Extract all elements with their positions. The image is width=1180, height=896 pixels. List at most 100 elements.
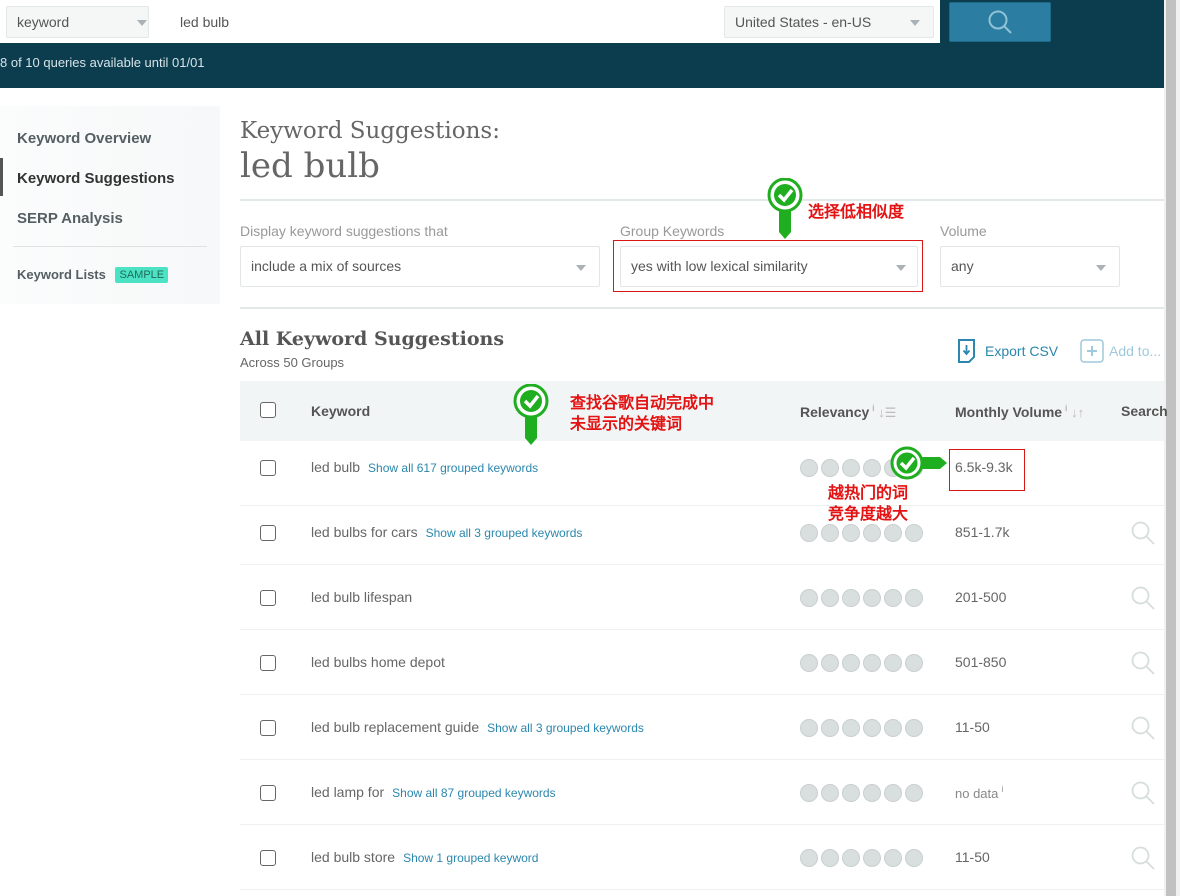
table-row: led bulb replacement guide Show all 3 gro… xyxy=(240,695,1164,760)
info-icon[interactable]: i xyxy=(872,403,874,413)
search-icon[interactable] xyxy=(1130,715,1156,741)
sidebar-item-keyword-suggestions[interactable]: Keyword Suggestions xyxy=(17,170,175,187)
monthly-volume-cell: 201-500 xyxy=(955,589,1006,605)
sidebar: Keyword Overview Keyword Suggestions SER… xyxy=(0,106,220,304)
grouped-keywords-link[interactable]: Show all 3 grouped keywords xyxy=(487,721,644,735)
annotation-check-pin-icon xyxy=(767,178,803,239)
keyword-cell: led bulb replacement guide Show all 3 gro… xyxy=(311,719,644,735)
page-scrollbar[interactable] xyxy=(1164,0,1180,896)
relevancy-dot xyxy=(800,784,818,802)
row-checkbox[interactable] xyxy=(260,720,276,736)
volume-filter-value: any xyxy=(951,258,974,274)
search-type-select[interactable]: keyword xyxy=(6,6,149,38)
relevancy-dot xyxy=(905,849,923,867)
keyword-text: led bulb xyxy=(311,459,361,475)
section-title: All Keyword Suggestions xyxy=(240,328,505,350)
display-filter-select[interactable]: include a mix of sources xyxy=(240,246,600,287)
search-bar: keyword United States - en-US xyxy=(0,0,940,43)
chevron-down-icon xyxy=(1096,265,1106,271)
relevancy-dot xyxy=(842,654,860,672)
search-icon[interactable] xyxy=(1130,780,1156,806)
keyword-text: led bulbs home depot xyxy=(311,654,445,670)
search-icon[interactable] xyxy=(1130,845,1156,871)
sort-icon[interactable]: ↓↑ xyxy=(1071,405,1084,420)
sidebar-item-serp-analysis[interactable]: SERP Analysis xyxy=(17,210,123,227)
grouped-keywords-link[interactable]: Show all 617 grouped keywords xyxy=(368,461,538,475)
relevancy-indicator xyxy=(800,589,923,607)
row-checkbox[interactable] xyxy=(260,460,276,476)
search-button[interactable] xyxy=(949,2,1051,42)
keyword-cell: led bulbs home depot xyxy=(311,654,445,670)
info-icon[interactable]: i xyxy=(1065,403,1067,413)
relevancy-dot xyxy=(821,589,839,607)
volume-filter-label: Volume xyxy=(940,223,987,239)
sidebar-active-indicator xyxy=(0,158,3,196)
row-checkbox[interactable] xyxy=(260,590,276,606)
locale-select[interactable]: United States - en-US xyxy=(724,6,934,38)
add-to-list-button[interactable]: Add to... xyxy=(1080,338,1161,364)
grouped-keywords-link[interactable]: Show all 87 grouped keywords xyxy=(392,786,555,800)
sidebar-divider xyxy=(13,246,207,247)
monthly-volume-value: 11-50 xyxy=(955,849,990,865)
column-header-relevancy[interactable]: Relevancy i ↓☰ xyxy=(800,403,896,421)
relevancy-dot xyxy=(905,524,923,542)
sample-badge: SAMPLE xyxy=(115,267,169,283)
page-title-prefix: Keyword Suggestions: xyxy=(240,118,500,144)
export-csv-label: Export CSV xyxy=(985,343,1059,359)
relevancy-dot xyxy=(863,459,881,477)
search-icon[interactable] xyxy=(1130,650,1156,676)
divider xyxy=(240,199,1164,201)
relevancy-dot xyxy=(863,654,881,672)
row-checkbox[interactable] xyxy=(260,785,276,801)
annotation-check-pin-icon xyxy=(513,384,549,445)
relevancy-indicator xyxy=(800,654,923,672)
grouped-keywords-link[interactable]: Show all 3 grouped keywords xyxy=(426,526,583,540)
annotation-group-note: 选择低相似度 xyxy=(808,202,905,221)
search-type-value: keyword xyxy=(17,14,70,30)
keyword-text: led bulb store xyxy=(311,849,396,865)
search-icon[interactable] xyxy=(1130,585,1156,611)
relevancy-dot xyxy=(905,589,923,607)
keyword-text: led bulb lifespan xyxy=(311,589,413,605)
relevancy-indicator xyxy=(800,849,923,867)
relevancy-dot xyxy=(884,784,902,802)
scrollbar-thumb[interactable] xyxy=(1166,0,1176,896)
column-header-search[interactable]: Search xyxy=(1121,403,1168,419)
info-icon[interactable]: i xyxy=(1001,784,1003,794)
top-header: keyword United States - en-US 8 of 10 qu… xyxy=(0,0,1164,88)
annotation-keyword-note-line2: 未显示的关键词 xyxy=(570,414,683,433)
monthly-volume-value: 11-50 xyxy=(955,719,990,735)
row-checkbox[interactable] xyxy=(260,850,276,866)
relevancy-dot xyxy=(863,589,881,607)
relevancy-dot xyxy=(821,524,839,542)
sidebar-item-keyword-lists[interactable]: Keyword Lists SAMPLE xyxy=(17,267,169,283)
keyword-search-input[interactable] xyxy=(180,6,700,38)
row-checkbox[interactable] xyxy=(260,655,276,671)
relevancy-dot xyxy=(842,459,860,477)
relevancy-dot xyxy=(842,849,860,867)
select-all-checkbox[interactable] xyxy=(260,402,276,418)
relevancy-dot xyxy=(842,524,860,542)
export-file-icon xyxy=(958,339,975,363)
monthly-volume-value: 851-1.7k xyxy=(955,524,1010,540)
relevancy-dot xyxy=(842,784,860,802)
column-header-keyword[interactable]: Keyword xyxy=(311,403,370,419)
column-header-monthly-volume[interactable]: Monthly Volume i ↓↑ xyxy=(955,403,1084,420)
sort-icon[interactable]: ↓☰ xyxy=(878,405,896,420)
relevancy-indicator xyxy=(800,524,923,542)
row-checkbox[interactable] xyxy=(260,525,276,541)
grouped-keywords-link[interactable]: Show 1 grouped keyword xyxy=(403,851,538,865)
sidebar-item-keyword-overview[interactable]: Keyword Overview xyxy=(17,130,151,147)
plus-icon xyxy=(1080,339,1104,363)
relevancy-dot xyxy=(863,524,881,542)
search-icon[interactable] xyxy=(1130,520,1156,546)
relevancy-dot xyxy=(842,719,860,737)
volume-filter-select[interactable]: any xyxy=(940,246,1120,287)
table-row: led bulbs for cars Show all 3 grouped key… xyxy=(240,500,1164,565)
keyword-cell: led bulbs for cars Show all 3 grouped key… xyxy=(311,524,582,540)
export-csv-button[interactable]: Export CSV xyxy=(957,338,1058,364)
relevancy-dot xyxy=(800,589,818,607)
monthly-volume-value: 201-500 xyxy=(955,589,1007,605)
annotation-check-pin-icon xyxy=(890,446,947,480)
keyword-text: led bulbs for cars xyxy=(311,524,418,540)
